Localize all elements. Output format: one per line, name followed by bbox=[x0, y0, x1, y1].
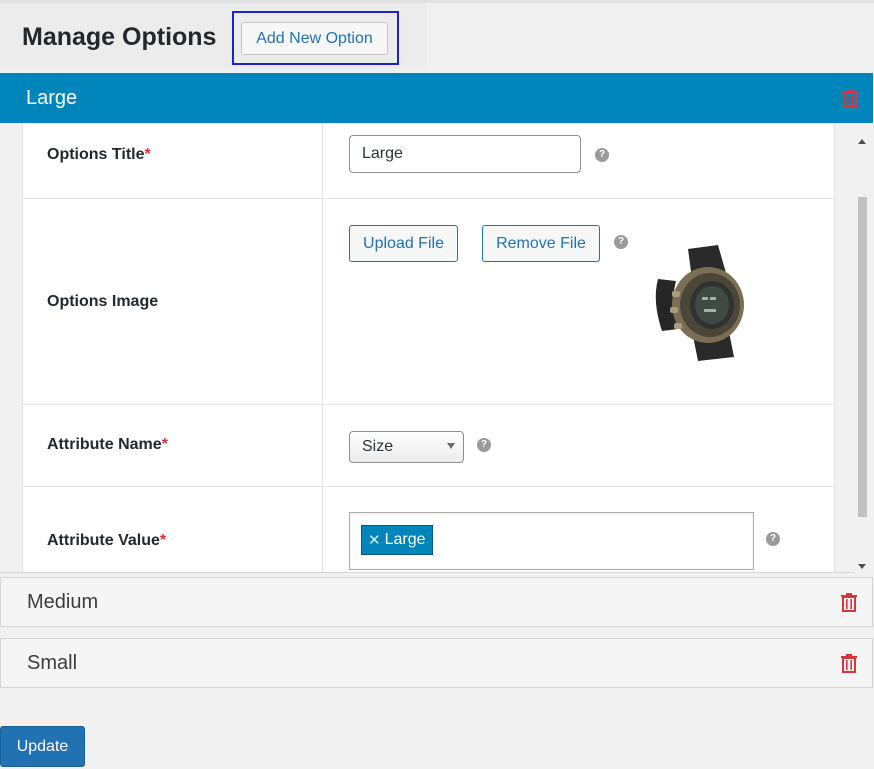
option-header-large[interactable]: Large bbox=[0, 73, 873, 123]
attribute-value-label: Attribute Value* bbox=[47, 532, 167, 549]
tag-label: Large bbox=[384, 531, 426, 548]
select-value: Size bbox=[362, 438, 394, 455]
scroll-thumb[interactable] bbox=[858, 197, 867, 517]
required-asterisk: * bbox=[159, 532, 167, 549]
option-panel-large: Options Title* ? Options Image Upload Fi… bbox=[0, 123, 869, 573]
panel-scrollbar[interactable] bbox=[855, 135, 869, 573]
attribute-name-label: Attribute Name* bbox=[47, 436, 168, 453]
help-icon[interactable]: ? bbox=[595, 148, 609, 162]
row-attribute-value: Attribute Value* ✕ Large ? bbox=[23, 487, 834, 572]
help-icon[interactable]: ? bbox=[766, 532, 780, 546]
required-asterisk: * bbox=[144, 146, 151, 163]
update-button[interactable]: Update bbox=[0, 726, 85, 767]
scroll-down-icon[interactable] bbox=[858, 564, 866, 569]
remove-file-button[interactable]: Remove File bbox=[482, 225, 600, 262]
required-asterisk: * bbox=[161, 436, 168, 453]
remove-tag-icon[interactable]: ✕ bbox=[368, 531, 381, 549]
row-attribute-name: Attribute Name* Size ? bbox=[23, 405, 834, 487]
help-icon[interactable]: ? bbox=[477, 438, 491, 452]
options-image-label: Options Image bbox=[47, 293, 159, 310]
row-options-title: Options Title* ? bbox=[23, 123, 834, 199]
trash-icon[interactable] bbox=[840, 653, 858, 673]
option-title: Medium bbox=[27, 590, 99, 613]
option-form: Options Title* ? Options Image Upload Fi… bbox=[22, 123, 835, 572]
row-options-image: Options Image Upload File Remove File ? bbox=[23, 199, 834, 405]
scroll-up-icon[interactable] bbox=[858, 139, 866, 144]
upload-file-button[interactable]: Upload File bbox=[349, 225, 458, 262]
attribute-name-select[interactable]: Size bbox=[349, 431, 464, 463]
chevron-down-icon bbox=[447, 443, 455, 449]
trash-icon[interactable] bbox=[841, 88, 859, 108]
page-title: Manage Options bbox=[22, 23, 217, 51]
help-icon[interactable]: ? bbox=[614, 235, 628, 249]
add-new-option-button[interactable]: Add New Option bbox=[241, 22, 388, 55]
option-title: Small bbox=[27, 651, 78, 674]
option-header-medium[interactable]: Medium bbox=[0, 577, 873, 627]
watch-image bbox=[655, 245, 744, 361]
option-title: Large bbox=[26, 86, 78, 109]
options-title-input[interactable] bbox=[349, 135, 581, 173]
trash-icon[interactable] bbox=[840, 592, 858, 612]
attribute-value-multiselect[interactable]: ✕ Large bbox=[349, 512, 754, 570]
options-title-label: Options Title* bbox=[47, 146, 151, 163]
option-header-small[interactable]: Small bbox=[0, 638, 873, 688]
tag-chip[interactable]: ✕ Large bbox=[361, 525, 433, 555]
